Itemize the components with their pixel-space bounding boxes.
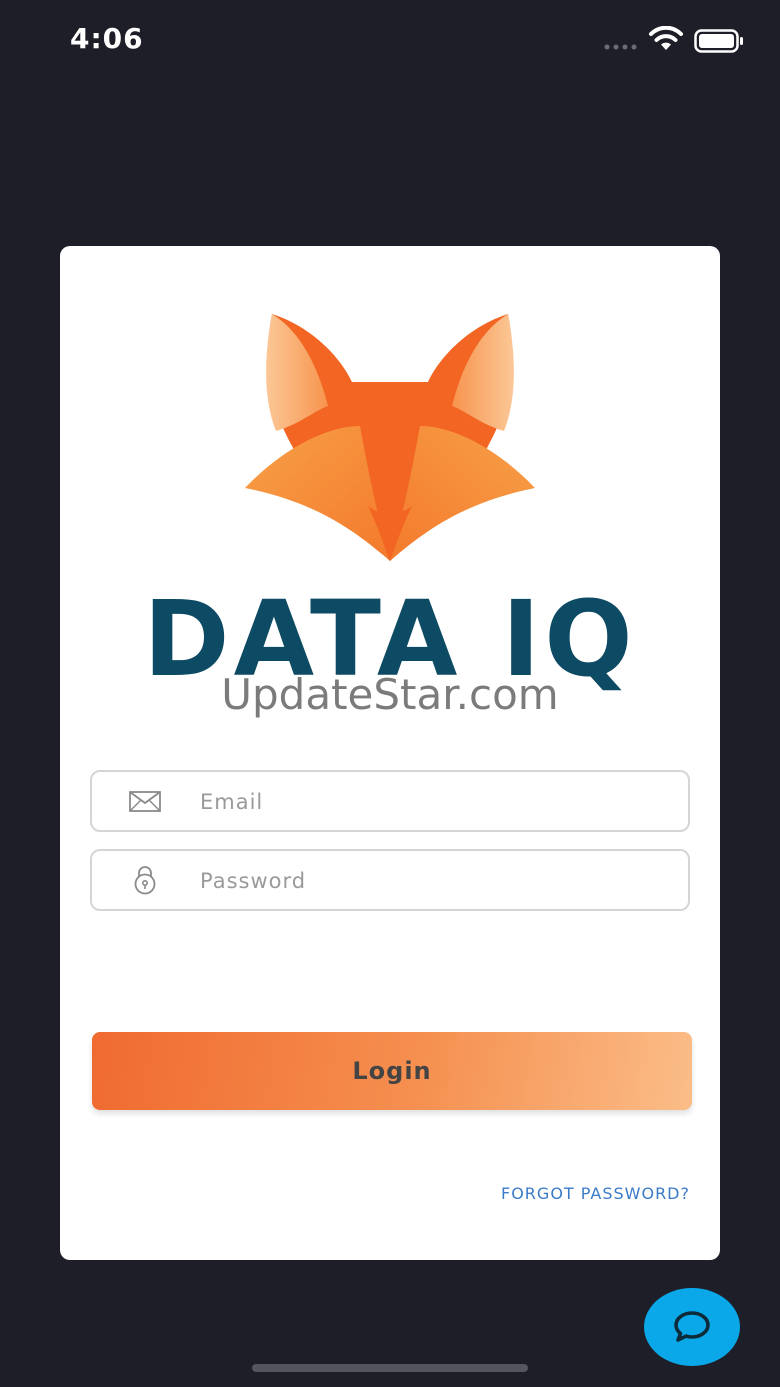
status-bar: 4:06 [0,0,780,80]
cellular-signal-icon [604,44,637,50]
chat-button[interactable] [644,1288,740,1366]
lock-icon [134,866,156,895]
chat-bubble-icon [674,1311,710,1342]
email-field[interactable] [90,770,690,832]
watermark-text: UpdateStar.com [221,670,559,719]
envelope-icon [129,791,161,812]
password-field[interactable] [90,849,690,911]
password-input[interactable] [198,851,672,911]
email-input[interactable] [198,772,672,832]
wifi-icon [649,26,683,50]
forgot-password-link[interactable]: FORGOT PASSWORD? [501,1184,690,1203]
login-button[interactable]: Login [92,1032,692,1110]
battery-icon [694,29,743,53]
home-indicator [252,1364,528,1372]
fox-logo-icon [245,314,535,561]
login-card: DATA IQ UpdateStar.com Login FORGOT PASS… [60,246,720,1260]
status-time: 4:06 [70,22,144,55]
